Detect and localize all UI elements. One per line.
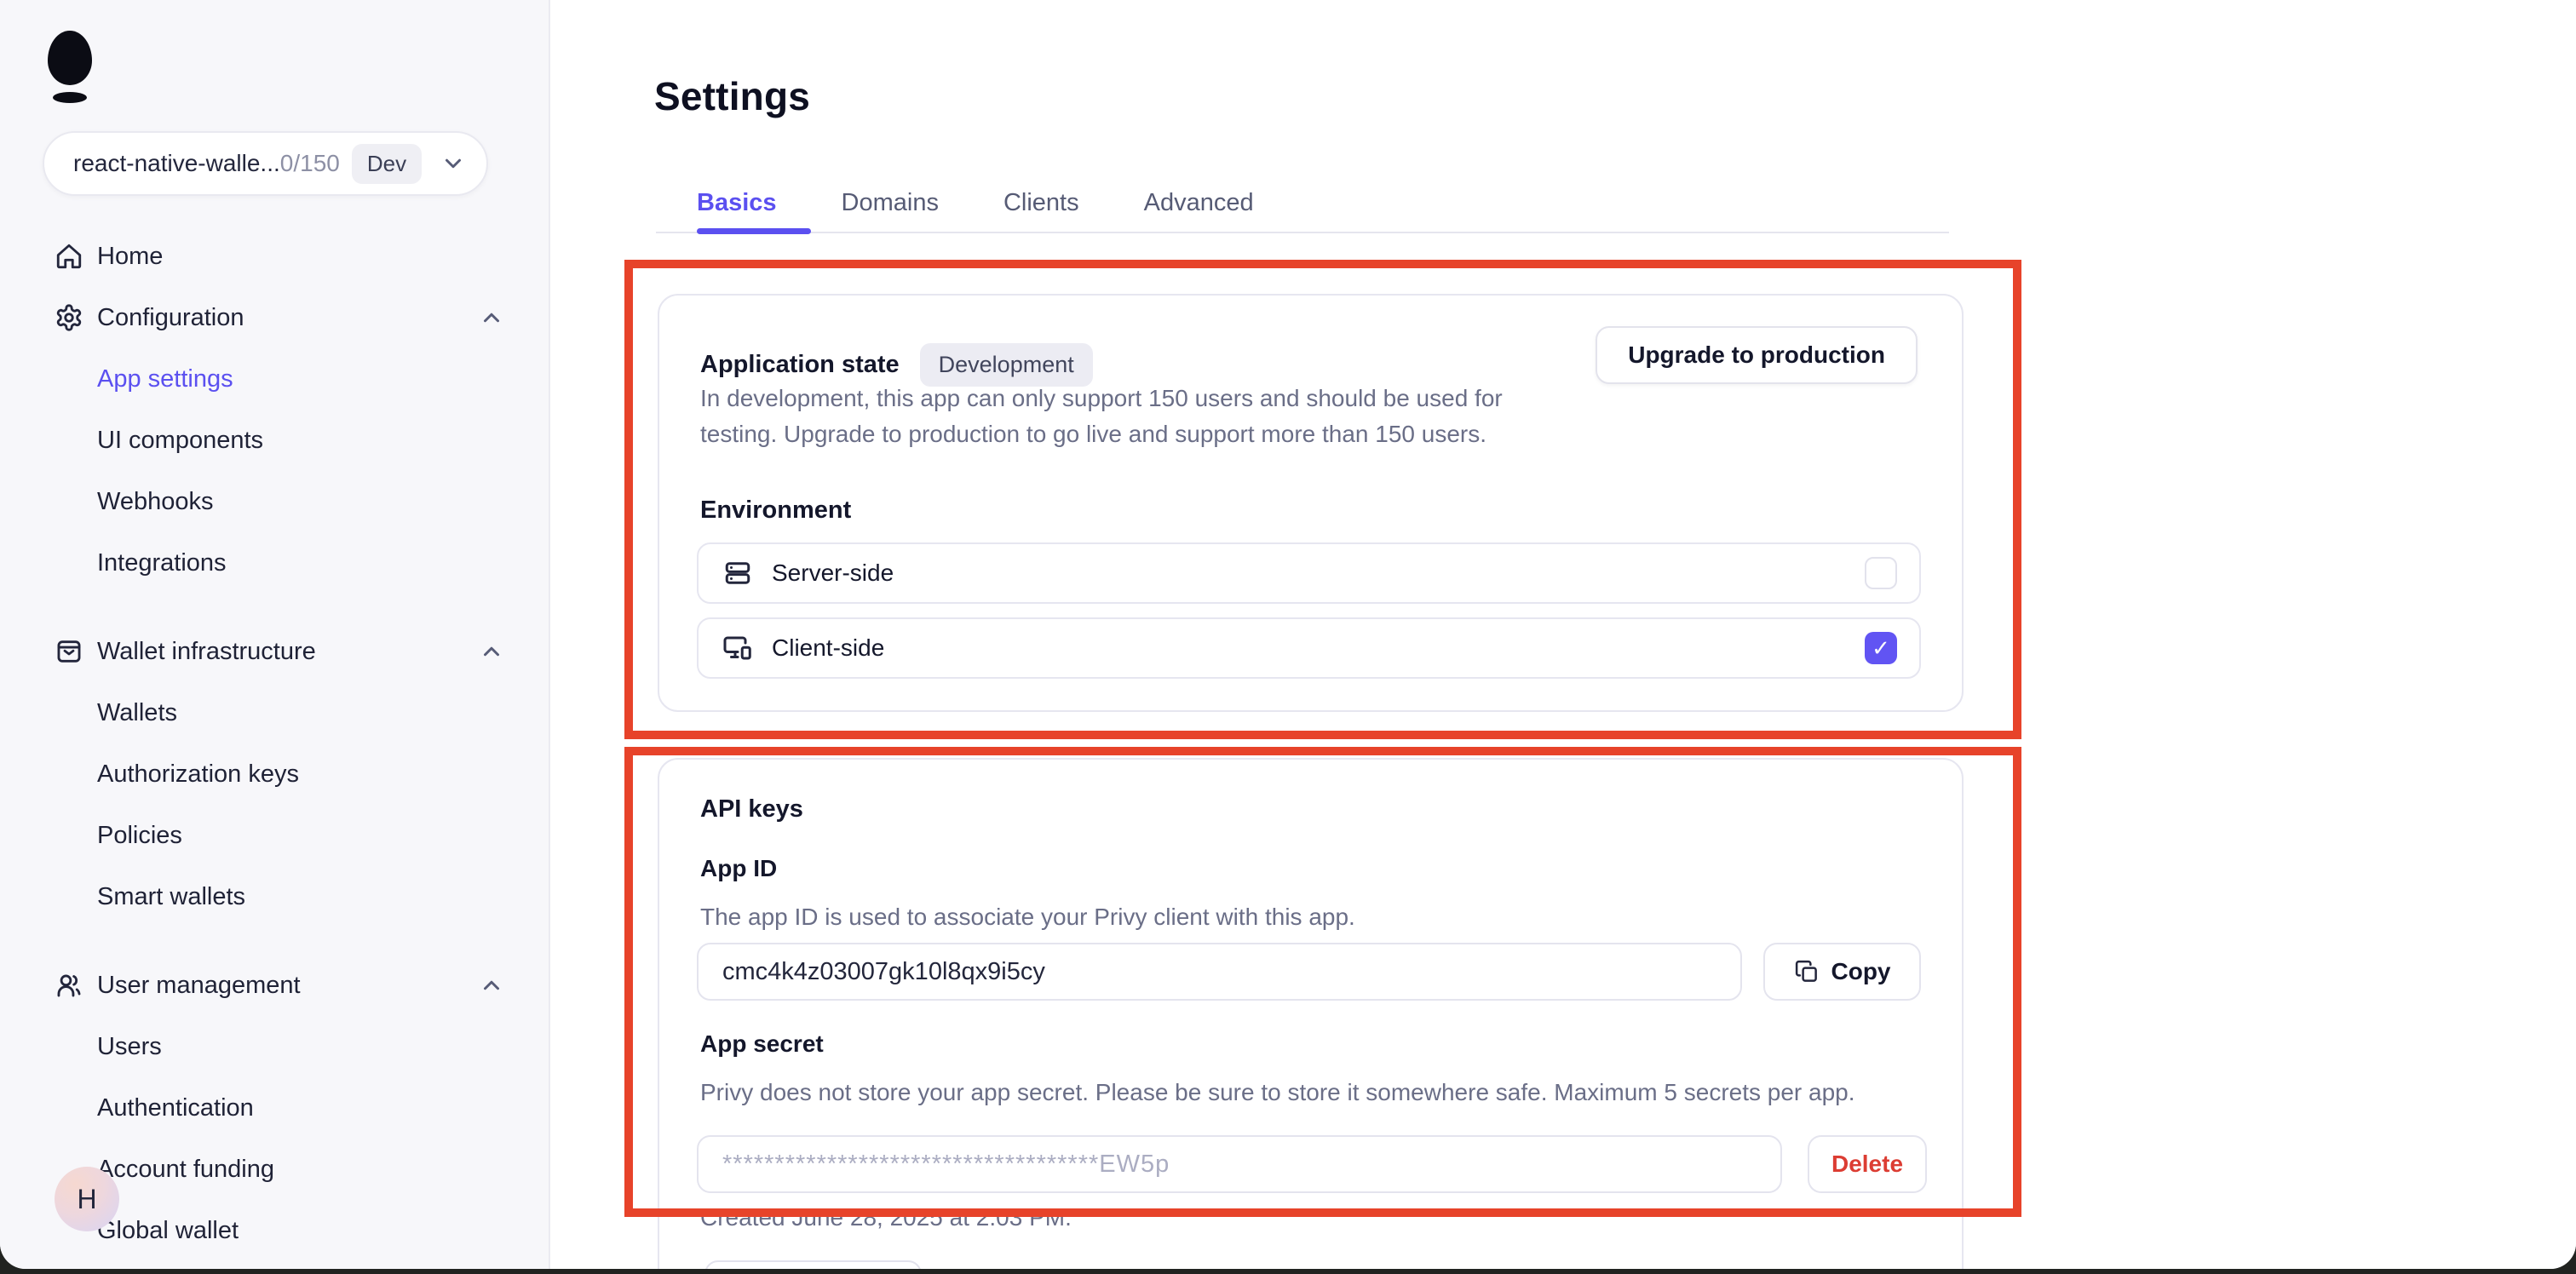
api-keys-card: API keys App ID The app ID is used to as… — [658, 758, 1964, 1269]
app-id-input[interactable]: cmc4k4z03007gk10l8qx9i5cy — [697, 943, 1742, 1001]
environment-option-label: Server-side — [772, 560, 894, 587]
sidebar-item-wallets[interactable]: Wallets — [0, 682, 549, 743]
sidebar-item-label: Configuration — [97, 304, 244, 332]
sidebar-item-webhooks[interactable]: Webhooks — [0, 471, 549, 532]
sidebar-item-label: Integrations — [97, 549, 227, 577]
sidebar-item-label: Account funding — [97, 1156, 274, 1184]
app-id-label: App ID — [700, 855, 777, 882]
active-tab-indicator — [697, 228, 811, 234]
client-side-checkbox[interactable]: ✓ — [1865, 632, 1897, 664]
check-icon: ✓ — [1872, 635, 1890, 662]
app-switcher-usage: 0/150 — [280, 150, 340, 177]
users-icon — [55, 971, 83, 1000]
sidebar-item-wallet-infrastructure[interactable]: Wallet infrastructure — [0, 621, 549, 682]
sidebar-item-label: Authentication — [97, 1094, 254, 1122]
server-icon — [722, 558, 753, 588]
application-state-description: In development, this app can only suppor… — [700, 381, 1503, 452]
app-secret-input[interactable]: ************************************EW5p — [697, 1135, 1782, 1193]
environment-option-label: Client-side — [772, 634, 884, 662]
chevron-up-icon[interactable] — [479, 973, 504, 998]
copy-icon — [1794, 959, 1820, 984]
sidebar-item-app-settings[interactable]: App settings — [0, 348, 549, 410]
app-switcher[interactable]: react-native-walle... 0/150 Dev — [43, 131, 488, 196]
sidebar-item-home[interactable]: Home — [0, 226, 549, 287]
tabs-divider — [656, 232, 1949, 233]
privy-logo-icon — [48, 31, 92, 85]
page-title: Settings — [654, 73, 810, 119]
app-id-description: The app ID is used to associate your Pri… — [700, 899, 1355, 935]
environment-option-server-side[interactable]: Server-side — [697, 542, 1921, 604]
sidebar-item-user-management[interactable]: User management — [0, 955, 549, 1016]
sidebar-item-authentication[interactable]: Authentication — [0, 1077, 549, 1139]
sidebar-item-label: Smart wallets — [97, 883, 245, 911]
sidebar-item-users[interactable]: Users — [0, 1016, 549, 1077]
avatar[interactable]: H — [55, 1167, 119, 1231]
sidebar-item-label: Wallets — [97, 699, 177, 727]
app-switcher-name: react-native-walle... — [73, 150, 280, 177]
nav-section-gap — [0, 594, 549, 621]
tab-clients[interactable]: Clients — [1003, 189, 1079, 217]
api-keys-title: API keys — [700, 795, 803, 824]
chevron-down-icon — [440, 151, 466, 176]
app-secret-label: App secret — [700, 1030, 824, 1058]
delete-button-label: Delete — [1831, 1151, 1903, 1178]
app-secret-description: Privy does not store your app secret. Pl… — [700, 1075, 1855, 1110]
chevron-up-icon[interactable] — [479, 639, 504, 664]
application-state-card: Application state Development Upgrade to… — [658, 294, 1964, 712]
secret-created-note: Created June 28, 2025 at 2:03 PM. — [700, 1204, 1072, 1231]
app-id-value: cmc4k4z03007gk10l8qx9i5cy — [722, 958, 1045, 986]
upgrade-to-production-button[interactable]: Upgrade to production — [1596, 326, 1918, 384]
chevron-up-icon[interactable] — [479, 305, 504, 330]
sidebar-item-label: UI components — [97, 427, 263, 455]
sidebar-item-label: User management — [97, 972, 301, 1000]
tab-advanced[interactable]: Advanced — [1144, 189, 1254, 217]
sidebar-item-label: Policies — [97, 822, 182, 850]
avatar-initial: H — [77, 1184, 96, 1215]
settings-tabs: Basics Domains Clients Advanced — [697, 189, 1254, 217]
environment-label: Environment — [700, 496, 851, 525]
app-secret-masked-value: ************************************EW5p — [722, 1151, 1170, 1179]
sidebar-item-ui-components[interactable]: UI components — [0, 410, 549, 471]
main-content: Settings Basics Domains Clients Advanced… — [550, 0, 2576, 1269]
sidebar-item-policies[interactable]: Policies — [0, 805, 549, 866]
home-icon — [55, 242, 83, 271]
server-side-checkbox[interactable] — [1865, 557, 1897, 589]
application-state-title: Application state — [700, 351, 900, 379]
sidebar-item-label: App settings — [97, 365, 233, 393]
tab-basics[interactable]: Basics — [697, 189, 777, 217]
sidebar-item-integrations[interactable]: Integrations — [0, 532, 549, 594]
privy-logo-base-icon — [53, 92, 87, 103]
sidebar-item-label: Global wallet — [97, 1217, 239, 1245]
sidebar-item-label: Authorization keys — [97, 760, 299, 789]
environment-option-client-side[interactable]: Client-side ✓ — [697, 617, 1921, 679]
gear-icon — [55, 303, 83, 332]
app-window: react-native-walle... 0/150 Dev Home Con… — [0, 0, 2576, 1269]
sidebar-item-label: Webhooks — [97, 488, 214, 516]
copy-app-id-button[interactable]: Copy — [1763, 943, 1921, 1001]
nav-section-gap — [0, 927, 549, 955]
delete-secret-button[interactable]: Delete — [1808, 1135, 1927, 1193]
app-env-badge: Dev — [352, 144, 422, 184]
sidebar-item-label: Wallet infrastructure — [97, 638, 316, 666]
wallet-icon — [55, 637, 83, 666]
sidebar-item-configuration[interactable]: Configuration — [0, 287, 549, 348]
client-devices-icon — [722, 633, 753, 663]
sidebar-nav: Home Configuration App settings UI compo… — [0, 226, 549, 1261]
new-secret-button-partial[interactable] — [704, 1260, 922, 1269]
sidebar: react-native-walle... 0/150 Dev Home Con… — [0, 0, 550, 1269]
tab-domains[interactable]: Domains — [842, 189, 939, 217]
sidebar-item-smart-wallets[interactable]: Smart wallets — [0, 866, 549, 927]
sidebar-item-label: Users — [97, 1033, 162, 1061]
sidebar-item-label: Home — [97, 243, 163, 271]
copy-button-label: Copy — [1831, 958, 1891, 985]
sidebar-item-authorization-keys[interactable]: Authorization keys — [0, 743, 549, 805]
